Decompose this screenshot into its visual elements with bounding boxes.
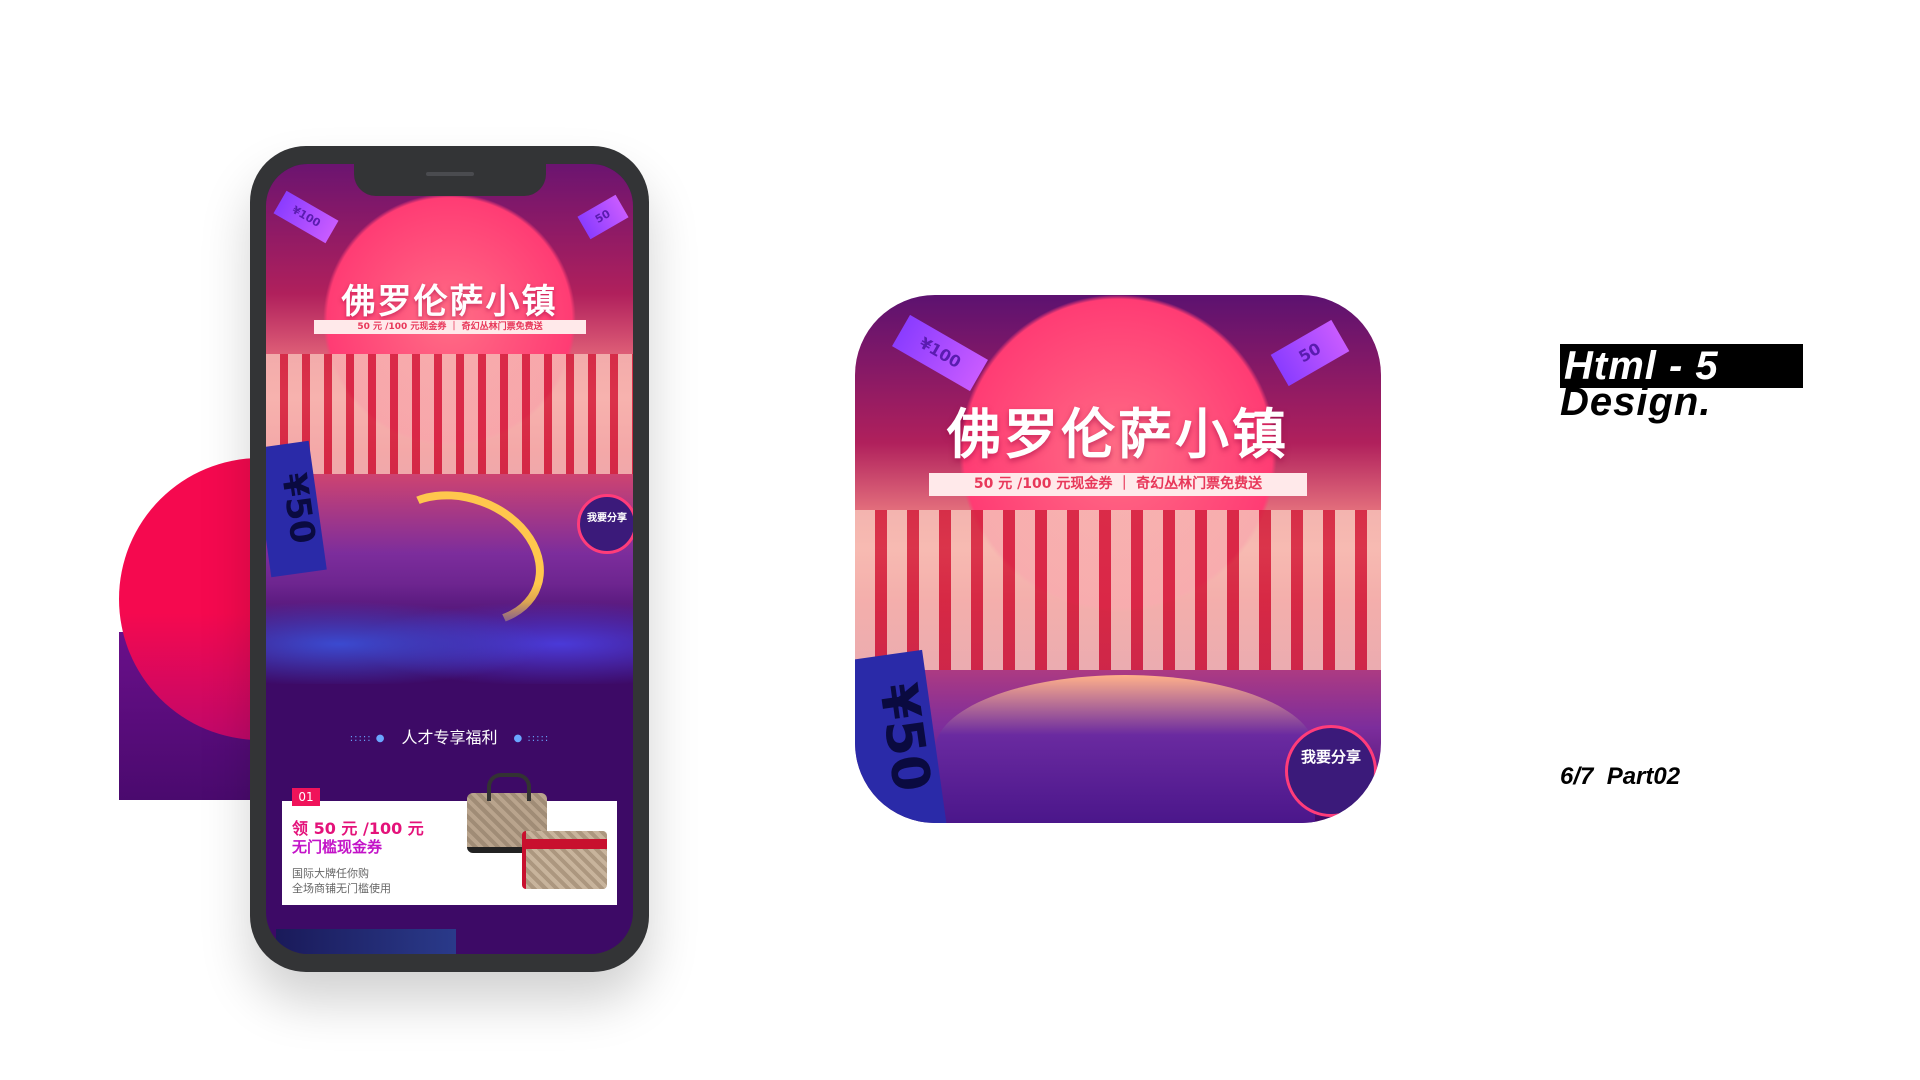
ticket-icon: ¥50 bbox=[855, 649, 948, 823]
share-button: 我要分享 bbox=[1285, 725, 1377, 817]
coupon-type: 无门槛现金券 bbox=[292, 838, 383, 856]
coupon-desc: 国际大牌任你购 bbox=[292, 867, 369, 880]
phone-notch bbox=[354, 164, 546, 196]
share-button[interactable]: 我要分享 bbox=[577, 494, 633, 554]
coupon-desc: 全场商铺无门槛使用 bbox=[292, 882, 391, 895]
hero-banner: ¥100 50 佛罗伦萨小镇 50 元 /100 元现金券 ｜ 奇幻丛林门票免费… bbox=[266, 164, 633, 684]
page-subtitle: 50 元 /100 元现金券 ｜ 奇幻丛林门票免费送 bbox=[314, 320, 586, 334]
card-number-badge: 01 bbox=[292, 788, 320, 806]
phone-mockup: ¥100 50 佛罗伦萨小镇 50 元 /100 元现金券 ｜ 奇幻丛林门票免费… bbox=[250, 146, 649, 972]
icon-subtitle: 50 元 /100 元现金券 ｜ 奇幻丛林门票免费送 bbox=[929, 473, 1307, 496]
section-heading: ::::: ● 人才专享福利 ● ::::: bbox=[266, 724, 633, 748]
money-bill-icon: 50 bbox=[1270, 319, 1350, 387]
coupon-card[interactable]: 领 50 元 /100 元 无门槛现金券 国际大牌任你购 全场商铺无门槛使用 bbox=[282, 773, 617, 905]
handbag-image bbox=[522, 831, 607, 889]
dots-decoration: ::::: ● bbox=[349, 733, 386, 744]
money-bill-icon: ¥100 bbox=[892, 314, 988, 392]
section-heading-text: 人才专享福利 bbox=[401, 728, 498, 747]
page-title: 佛罗伦萨小镇 bbox=[341, 282, 558, 322]
app-icon: ¥100 50 佛罗伦萨小镇 50 元 /100 元现金券 ｜ 奇幻丛林门票免费… bbox=[855, 295, 1381, 823]
dots-decoration: ● ::::: bbox=[513, 733, 550, 744]
mall-building-image bbox=[855, 510, 1381, 670]
mall-building-image bbox=[266, 354, 633, 474]
page-indicator: 6/7 Part02 bbox=[1560, 763, 1681, 790]
phone-screen: ¥100 50 佛罗伦萨小镇 50 元 /100 元现金券 ｜ 奇幻丛林门票免费… bbox=[266, 164, 633, 954]
label-subtitle: Design. bbox=[1560, 380, 1712, 424]
flower-field bbox=[935, 675, 1315, 823]
icon-title: 佛罗伦萨小镇 bbox=[947, 402, 1289, 466]
money-bill-icon: 50 bbox=[577, 194, 629, 240]
next-banner-image bbox=[276, 929, 456, 954]
money-bill-icon: ¥100 bbox=[273, 190, 339, 244]
foliage-decoration bbox=[266, 584, 633, 684]
